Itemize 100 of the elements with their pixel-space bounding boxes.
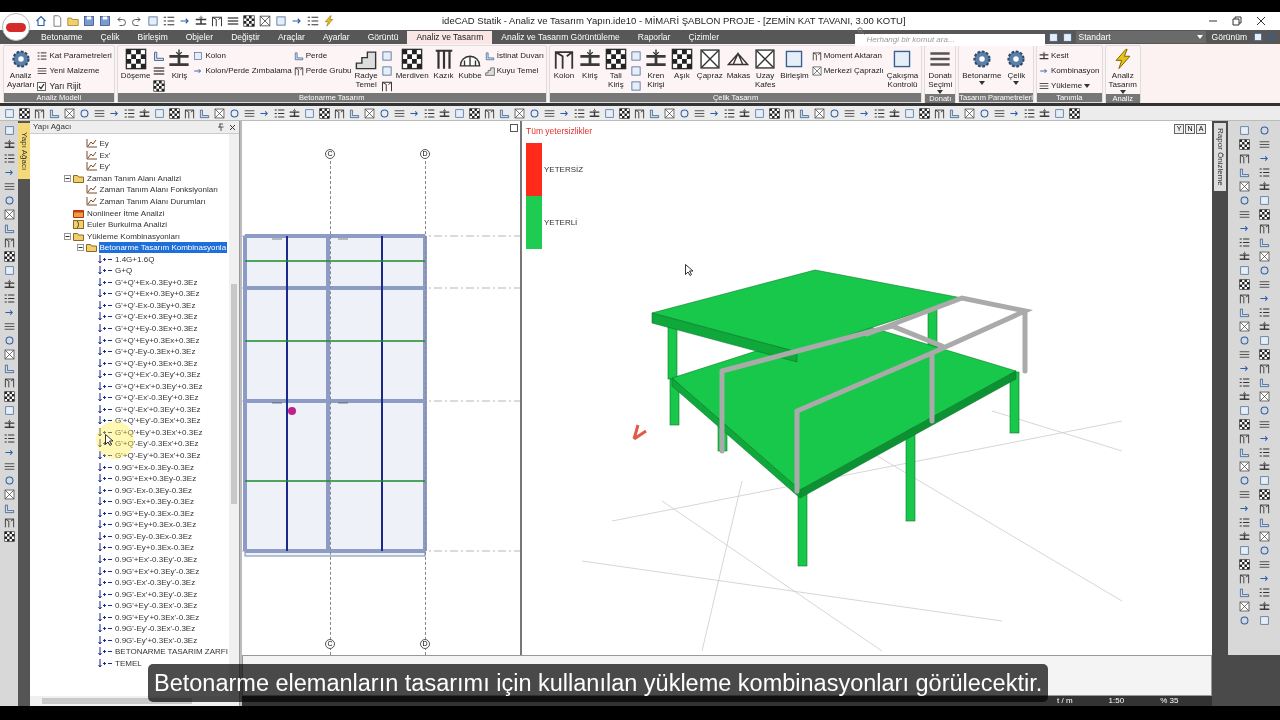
tree-item[interactable]: 0.9G'-Ey'+0.3Ex'-0.3Ez: [114, 634, 199, 646]
ribbon-button[interactable]: Perde: [293, 50, 352, 62]
ribbon-button[interactable]: Perde Grubu: [293, 65, 352, 77]
tree-item[interactable]: 0.9G'+Ey'+0.3Ex'-0.3Ez: [114, 611, 201, 623]
tree-item[interactable]: 0.9G'+Ex'-0.3Ey'-0.3Ez: [114, 553, 199, 565]
tree-item[interactable]: G'+Q'-Ey'-0.3Ex'+0.3Ez: [114, 438, 200, 450]
tree-item[interactable]: G'+Q'-Ey'+0.3Ex'+0.3Ez: [114, 450, 202, 462]
ribbon-button[interactable]: Kesit: [1039, 50, 1100, 62]
tree-item[interactable]: G'+Q'+Ey'-0.3Ex'+0.3Ez: [114, 415, 202, 427]
ribbon-button[interactable]: Donatı Seçimi: [927, 48, 954, 94]
tree-item[interactable]: G'+Q'+Ey'+0.3Ex'+0.3Ez: [114, 426, 204, 438]
ribbon-button[interactable]: Kolon: [193, 50, 292, 62]
ribbon-button[interactable]: Kiriş: [577, 48, 602, 80]
menu-tab[interactable]: Analiz ve Tasarım Görüntüleme: [492, 31, 629, 44]
tree-item[interactable]: Yükleme Kombinasyonları: [86, 230, 181, 242]
tree-item[interactable]: 1.4G+1.6Q: [114, 253, 156, 265]
tree-item[interactable]: Ex': [98, 149, 112, 161]
ribbon-button[interactable]: Betonarme: [961, 48, 1003, 85]
ribbon-button[interactable]: Kat Parametreleri: [37, 50, 112, 62]
menu-tab[interactable]: Araçlar: [268, 31, 314, 44]
ribbon-button[interactable]: Uzay Kafes: [753, 48, 778, 89]
ribbon-button[interactable]: Radye Temel: [353, 48, 379, 89]
tree-item[interactable]: 0.9G'-Ex'+0.3Ey'-0.3Ez: [114, 588, 199, 600]
side-tab[interactable]: Yapı Ağacı: [18, 123, 30, 179]
ribbon-button[interactable]: Kombinasyon: [1039, 65, 1100, 77]
tree-item[interactable]: 0.9G'-Ey+0.3Ex-0.3Ez: [114, 542, 196, 554]
tree-item[interactable]: Betonarme Tasarım Kombinasyonla: [98, 242, 228, 254]
ribbon-button[interactable]: Kubbe: [457, 48, 483, 80]
ribbon-button[interactable]: Analiz Tasarım: [1107, 48, 1138, 94]
tree-item[interactable]: G'+Q'+Ey+0.3Ex+0.3Ez: [114, 334, 201, 346]
tree-item[interactable]: 0.9G'+Ey'-0.3Ex'-0.3Ez: [114, 600, 199, 612]
ribbon-button[interactable]: Çapraz: [695, 48, 724, 80]
tree-item[interactable]: 0.9G'+Ey+0.3Ex-0.3Ez: [114, 519, 198, 531]
ribbon-button[interactable]: Makas: [725, 48, 752, 80]
ribbon-checkbox[interactable]: Yarı Rijit: [37, 80, 112, 92]
ribbon-button[interactable]: Kuyu Temel: [484, 65, 544, 77]
ribbon-button[interactable]: İstinat Duvarı: [484, 50, 544, 62]
menu-tab[interactable]: Betonarme: [32, 31, 92, 44]
menu-tab[interactable]: Birleşim: [128, 31, 177, 44]
tree-item[interactable]: Zaman Tanım Alanı Fonksiyonları: [98, 184, 220, 196]
ribbon-button[interactable]: Kolon: [551, 48, 576, 80]
tree-item[interactable]: G'+Q'-Ex+0.3Ey+0.3Ez: [114, 311, 199, 323]
tree-item[interactable]: G'+Q'-Ex'+0.3Ey'+0.3Ez: [114, 403, 202, 415]
tree-item[interactable]: 0.9G'-Ey'-0.3Ex'-0.3Ez: [114, 623, 197, 635]
subtitle-caption: Betonarme elemanların tasarımı için kullanılan yükleme kombinasyonları görülecektir.: [148, 664, 1049, 702]
ribbon-button[interactable]: Moment Aktaran: [811, 50, 884, 62]
ribbon-button[interactable]: Aşık: [669, 48, 694, 80]
ribbon-button[interactable]: Döşeme: [119, 48, 152, 80]
tree-item[interactable]: G'+Q'+Ex+0.3Ey+0.3Ez: [114, 288, 201, 300]
tree-item[interactable]: TEMEL: [114, 657, 143, 669]
tree-item[interactable]: G'+Q'+Ey-0.3Ex+0.3Ez: [114, 323, 199, 334]
tree-item[interactable]: 0.9G'-Ex'-0.3Ey'-0.3Ez: [114, 577, 197, 589]
ribbon-button[interactable]: Analiz Ayarları: [6, 48, 36, 89]
ribbon-button[interactable]: Çelik: [1004, 48, 1029, 85]
tree-item[interactable]: BETONARME TASARIM ZARFI: [114, 646, 229, 658]
menu-tab[interactable]: Raporlar: [628, 31, 680, 44]
ribbon-button[interactable]: Kolon/Perde Zımbalama: [193, 65, 292, 77]
ribbon-button[interactable]: Merdiven: [394, 48, 430, 80]
tree-item[interactable]: G'+Q'-Ey-0.3Ex+0.3Ez: [114, 346, 197, 358]
tree-item[interactable]: G'+Q'+Ex'+0.3Ey'+0.3Ez: [114, 380, 204, 392]
menu-tab[interactable]: Görüntü: [358, 31, 408, 44]
tree-item[interactable]: 0.9G'-Ex+0.3Ey-0.3Ez: [114, 496, 196, 508]
search-field[interactable]: Herhangi bir komut ara...: [854, 34, 1045, 46]
ribbon-button[interactable]: Kren Kirişi: [643, 48, 668, 89]
tree-item[interactable]: 0.9G'+Ey-0.3Ex-0.3Ez: [114, 507, 196, 519]
menu-tab[interactable]: Ayarlar: [313, 31, 359, 44]
tree-item[interactable]: G+Q: [114, 265, 134, 277]
tree-item[interactable]: G'+Q'-Ex-0.3Ey+0.3Ez: [114, 299, 197, 311]
ribbon-button[interactable]: Tali Kiriş: [603, 48, 628, 89]
ribbon-button[interactable]: Kazık: [431, 48, 456, 80]
ribbon-button[interactable]: Birleşim: [779, 48, 810, 80]
tree-item[interactable]: Euler Burkulma Analizi: [86, 219, 169, 231]
menu-tab[interactable]: Çelik: [91, 31, 129, 44]
tree-item[interactable]: G'+Q'-Ex'-0.3Ey'+0.3Ez: [114, 392, 200, 404]
menu-tab[interactable]: Objeler: [176, 31, 223, 44]
tree-item[interactable]: 0.9G'-Ex-0.3Ey-0.3Ez: [114, 484, 194, 496]
tree-item[interactable]: Zaman Tanım Alanı Analizi: [86, 172, 183, 184]
tree-item[interactable]: Zaman Tanım Alanı Durumları: [98, 196, 207, 207]
tree-item[interactable]: 0.9G'-Ey-0.3Ex-0.3Ez: [114, 530, 194, 542]
menu-tab[interactable]: Değiştir: [222, 31, 269, 44]
menu-tab[interactable]: Çizimler: [679, 31, 729, 44]
ribbon-button[interactable]: Merkezi Çaprazlı: [811, 65, 884, 77]
tree-item[interactable]: G'+Q'+Ex-0.3Ey+0.3Ez: [114, 276, 199, 288]
tree-item[interactable]: 0.9G'+Ex+0.3Ey-0.3Ez: [114, 473, 198, 485]
tree-item[interactable]: Ey': [98, 161, 112, 173]
ribbon-button[interactable]: Yeni Malzeme: [37, 65, 112, 77]
tree-item[interactable]: Ey: [98, 138, 110, 150]
side-tab[interactable]: Rapor Önizleme: [1214, 123, 1226, 191]
menu-tab[interactable]: Analiz ve Tasarım: [407, 31, 493, 44]
ribbon-button[interactable]: Çakışma Kontrolü: [885, 48, 920, 89]
workspace-dropdown[interactable]: Standart: [1075, 31, 1206, 43]
ribbon-button[interactable]: Yükleme: [1039, 80, 1100, 92]
view-menu[interactable]: Görünüm: [1208, 30, 1250, 44]
tree-item[interactable]: G'+Q'+Ex'-0.3Ey'+0.3Ez: [114, 369, 202, 381]
panel-title: Yapı Ağacı: [33, 121, 72, 133]
ribbon-button[interactable]: Kiriş: [167, 48, 192, 80]
tree-item[interactable]: Nonlineer İtme Analizi: [86, 207, 166, 219]
tree-item[interactable]: 0.9G'+Ex-0.3Ey-0.3Ez: [114, 461, 196, 473]
tree-item[interactable]: 0.9G'+Ex'+0.3Ey'-0.3Ez: [114, 565, 201, 577]
tree-item[interactable]: G'+Q'-Ey+0.3Ex+0.3Ez: [114, 357, 199, 369]
